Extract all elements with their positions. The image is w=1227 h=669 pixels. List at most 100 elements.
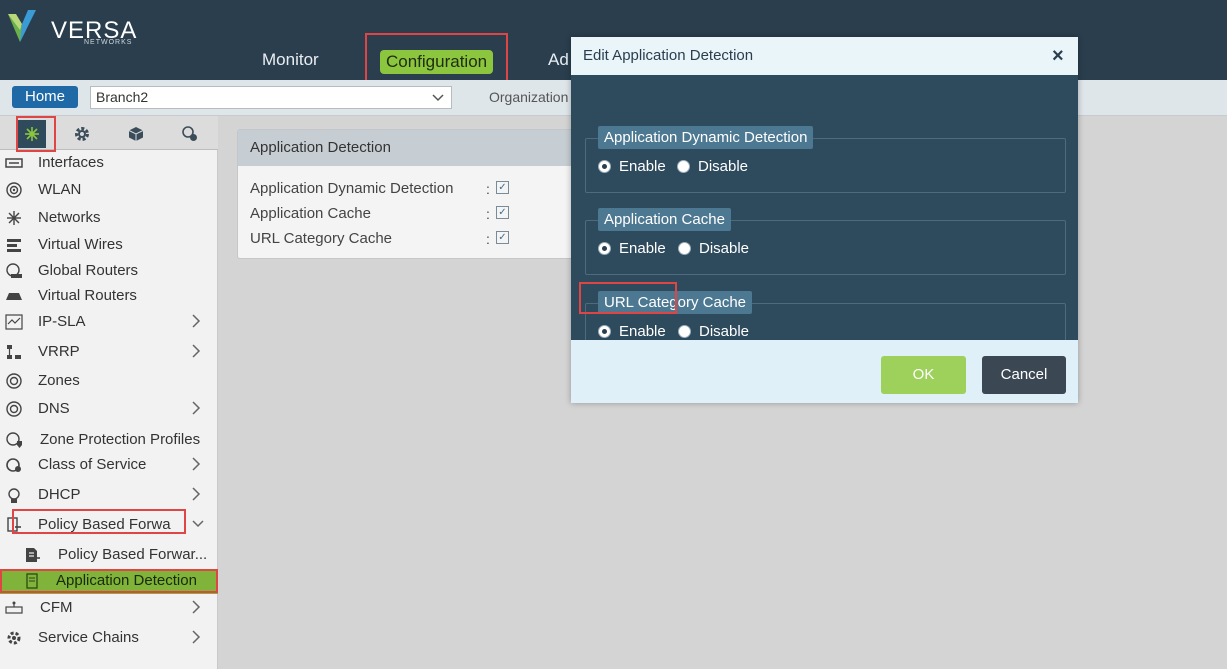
radio-disable-dynamic-detection[interactable]: Disable [677, 157, 748, 175]
networks-icon [4, 209, 24, 227]
close-icon[interactable]: × [1052, 45, 1064, 68]
sidebar-item-label: Zone Protection Profiles [40, 431, 201, 448]
radio-disable-url-category-cache[interactable]: Disable [678, 322, 749, 340]
sidebar-item-label: Virtual Routers [38, 287, 137, 304]
highlight-policy-based-forwarding [12, 509, 186, 534]
sidebar-item-virtual-routers[interactable]: Virtual Routers [0, 284, 218, 309]
cfm-icon [4, 599, 24, 617]
panel-row-colon: : [486, 231, 490, 247]
ip-sla-icon [4, 313, 24, 331]
appliance-select-value: Branch2 [96, 89, 149, 105]
ok-button[interactable]: OK [881, 356, 966, 394]
radio-label: Disable [699, 239, 750, 257]
sidebar-item-label: Global Routers [38, 262, 139, 279]
panel-title: Application Detection [238, 130, 581, 166]
dialog-footer: OK Cancel [571, 340, 1078, 403]
sidebar-item-interfaces[interactable]: Interfaces [0, 151, 218, 176]
chevron-down-icon [431, 87, 445, 115]
logo-subtext: NETWORKS [84, 39, 133, 46]
sidebar-item-class-of-service[interactable]: Class of Service [0, 453, 218, 478]
chevron-right-icon [190, 455, 202, 478]
sidebar-item-service-chains[interactable]: Service Chains [0, 626, 218, 651]
dialog-title: Edit Application Detection [583, 47, 754, 64]
highlight-url-cache-enable [579, 282, 677, 314]
highlight-configuration [365, 33, 508, 83]
panel-row-label: Application Dynamic Detection [250, 180, 454, 197]
radio-button[interactable] [598, 324, 611, 338]
panel-row-colon: : [486, 206, 490, 222]
nav-administration[interactable]: Ad [548, 50, 569, 70]
versa-logo[interactable]: VERSA NETWORKS [6, 6, 136, 46]
dns-icon [4, 400, 24, 418]
group-legend: Application Dynamic Detection [598, 126, 814, 149]
cube-icon [128, 127, 144, 141]
radio-enable-application-cache[interactable]: Enable [598, 239, 666, 257]
sidebar-item-global-routers[interactable]: Global Routers [0, 259, 218, 284]
sidebar-item-zones[interactable]: Zones [0, 369, 218, 394]
group-application-cache: Application Cache Enable Disable [585, 208, 1066, 275]
panel-row-colon: : [486, 181, 490, 197]
edit-application-detection-dialog: Edit Application Detection × Application… [571, 37, 1078, 403]
appliance-select[interactable]: Branch2 [90, 86, 452, 109]
radio-enable-dynamic-detection[interactable]: Enable [598, 157, 666, 175]
virtual-wires-icon [4, 236, 24, 254]
sidebar-item-cfm[interactable]: CFM [0, 596, 218, 621]
sidebar-item-label: Virtual Wires [38, 236, 123, 253]
sidebar-item-wlan[interactable]: WLAN [0, 178, 218, 203]
home-button[interactable]: Home [12, 86, 78, 108]
sidebar-item-vrrp[interactable]: VRRP [0, 340, 218, 365]
sidebar-item-label: Networks [38, 209, 101, 226]
sidebar-item-label: WLAN [38, 181, 82, 198]
sidebar-item-label: Interfaces [38, 154, 104, 171]
chevron-right-icon [190, 628, 202, 651]
sidebar-item-label: Service Chains [38, 629, 139, 646]
radio-button[interactable] [598, 241, 611, 255]
radio-label: Enable [619, 322, 666, 340]
radio-button[interactable] [678, 241, 691, 255]
sidebar-item-dhcp[interactable]: DHCP [0, 483, 218, 508]
radio-disable-application-cache[interactable]: Disable [678, 239, 749, 257]
radio-button[interactable] [678, 324, 691, 338]
sidebar-item-ip-sla[interactable]: IP-SLA [0, 310, 218, 335]
radio-enable-url-category-cache[interactable]: Enable [598, 322, 666, 340]
sidebar-item-label: Zones [38, 372, 80, 389]
chevron-right-icon [190, 598, 202, 621]
check-icon: ✓ [496, 206, 509, 219]
chevron-right-icon [190, 485, 202, 508]
radio-label: Enable [619, 157, 666, 175]
panel-row-label: URL Category Cache [250, 230, 393, 247]
application-detection-panel: Application Detection Application Dynami… [237, 129, 582, 259]
class-of-service-icon [4, 456, 24, 474]
radio-label: Disable [699, 322, 750, 340]
tab-settings[interactable] [68, 120, 96, 148]
chevron-right-icon [190, 342, 202, 365]
sidebar-item-label: DHCP [38, 486, 81, 503]
radio-label: Enable [619, 239, 666, 257]
sidebar-item-virtual-wires[interactable]: Virtual Wires [0, 233, 218, 258]
sidebar-item-policy-based-forwarding-rules[interactable]: Policy Based Forwar... [0, 543, 218, 568]
radio-button[interactable] [677, 159, 690, 173]
sidebar-item-label: VRRP [38, 343, 80, 360]
dialog-header: Edit Application Detection × [571, 37, 1078, 75]
sidebar-item-label: IP-SLA [38, 313, 86, 330]
check-icon: ✓ [496, 181, 509, 194]
highlight-application-detection [0, 569, 218, 593]
radio-button[interactable] [598, 159, 611, 173]
wlan-icon [4, 181, 24, 199]
cancel-button[interactable]: Cancel [982, 356, 1066, 394]
tab-others[interactable] [176, 120, 204, 148]
tab-objects[interactable] [122, 120, 150, 148]
sidebar-item-zone-protection-profiles[interactable]: Zone Protection Profiles [0, 428, 218, 453]
sidebar-item-dns[interactable]: DNS [0, 397, 218, 422]
globe-gear-icon [182, 126, 197, 141]
policy-icon [22, 546, 42, 564]
organization-label: Organization [489, 89, 569, 105]
zones-icon [4, 372, 24, 390]
nav-monitor[interactable]: Monitor [262, 50, 319, 70]
panel-row-label: Application Cache [250, 205, 371, 222]
group-legend: Application Cache [598, 208, 731, 231]
sidebar-item-label: DNS [38, 400, 70, 417]
group-application-dynamic-detection: Application Dynamic Detection Enable Dis… [585, 126, 1066, 193]
sidebar-item-networks[interactable]: Networks [0, 206, 218, 231]
sidebar-item-label: Class of Service [38, 456, 147, 473]
